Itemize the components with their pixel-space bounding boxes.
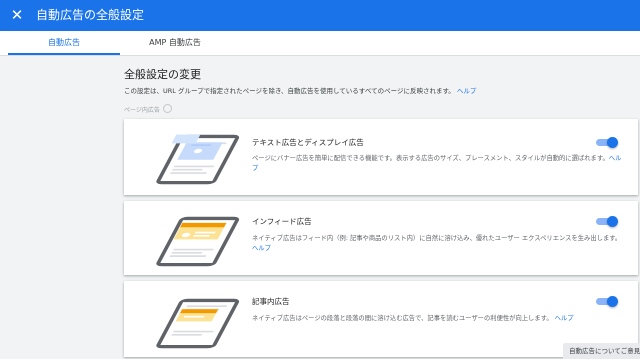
settings-heading: 全般設定の変更 [124, 68, 201, 81]
toggle-in-feed-ads[interactable] [596, 216, 618, 227]
card-title: インフィード広告 [252, 217, 312, 226]
close-icon[interactable]: ✕ [8, 6, 26, 24]
card-in-feed-ads: インフィード広告 ネイティブ広告はフィード内（例: 記事や商品のリスト内）に自然… [124, 201, 638, 275]
card-description-text: ページにバナー広告を簡単に配信できる機能です。表示する広告のサイズ、プレースメン… [252, 155, 609, 162]
help-link[interactable]: ヘルプ [555, 315, 574, 322]
toggle-knob [607, 137, 618, 148]
toggle-in-article-ads[interactable] [596, 296, 618, 307]
section-label-text: ページ内広告 [124, 107, 160, 114]
settings-description-text: この設定は、URL グループで指定されたページを除き、自動広告を使用しているすべ… [124, 87, 455, 95]
card-description: ネイティブ広告はページの段落と段落の間に溶け込む広告で、記事を読むユーザーの利便… [252, 314, 624, 324]
card-title: テキスト広告とディスプレイ広告 [252, 138, 364, 147]
info-icon[interactable] [162, 104, 172, 113]
card-in-article-ads: 記事内広告 ネイティブ広告はページの段落と段落の間に溶け込む広告で、記事を読むユ… [124, 281, 638, 357]
help-link[interactable]: ヘルプ [457, 87, 477, 95]
app-header: ✕ 自動広告の全般設定 [0, 0, 640, 31]
help-link[interactable]: ヘルプ [252, 245, 271, 252]
tab-auto-ads[interactable]: 自動広告 [8, 31, 120, 55]
section-label: ページ内広告 [124, 104, 172, 115]
tab-amp-auto-ads[interactable]: AMP 自動広告 [120, 31, 230, 55]
card-description: ページにバナー広告を簡単に配信できる機能です。表示する広告のサイズ、プレースメン… [252, 154, 624, 174]
toggle-knob [607, 216, 618, 227]
toggle-knob [607, 296, 618, 307]
toggle-text-display-ads[interactable] [596, 137, 618, 148]
card-description: ネイティブ広告はフィード内（例: 記事や商品のリスト内）に自然に溶け込み、優れた… [252, 234, 624, 254]
card-description-text: ネイティブ広告はページの段落と段落の間に溶け込む広告で、記事を読むユーザーの利便… [252, 315, 553, 322]
page-title: 自動広告の全般設定 [36, 8, 145, 22]
phone-in-feed-ad-illustration [156, 216, 240, 267]
phone-banner-ad-illustration [156, 134, 240, 185]
card-title: 記事内広告 [252, 297, 290, 306]
settings-description: この設定は、URL グループで指定されたページを除き、自動広告を使用しているすべ… [124, 87, 624, 96]
phone-in-article-ad-illustration [156, 298, 240, 349]
tab-bar: 自動広告 AMP 自動広告 [0, 31, 640, 56]
feedback-button[interactable]: 自動広告についてご意見 [563, 343, 640, 359]
card-text-display-ads: テキスト広告とディスプレイ広告 ページにバナー広告を簡単に配信できる機能です。表… [124, 119, 638, 195]
card-description-text: ネイティブ広告はフィード内（例: 記事や商品のリスト内）に自然に溶け込み、優れた… [252, 235, 622, 242]
